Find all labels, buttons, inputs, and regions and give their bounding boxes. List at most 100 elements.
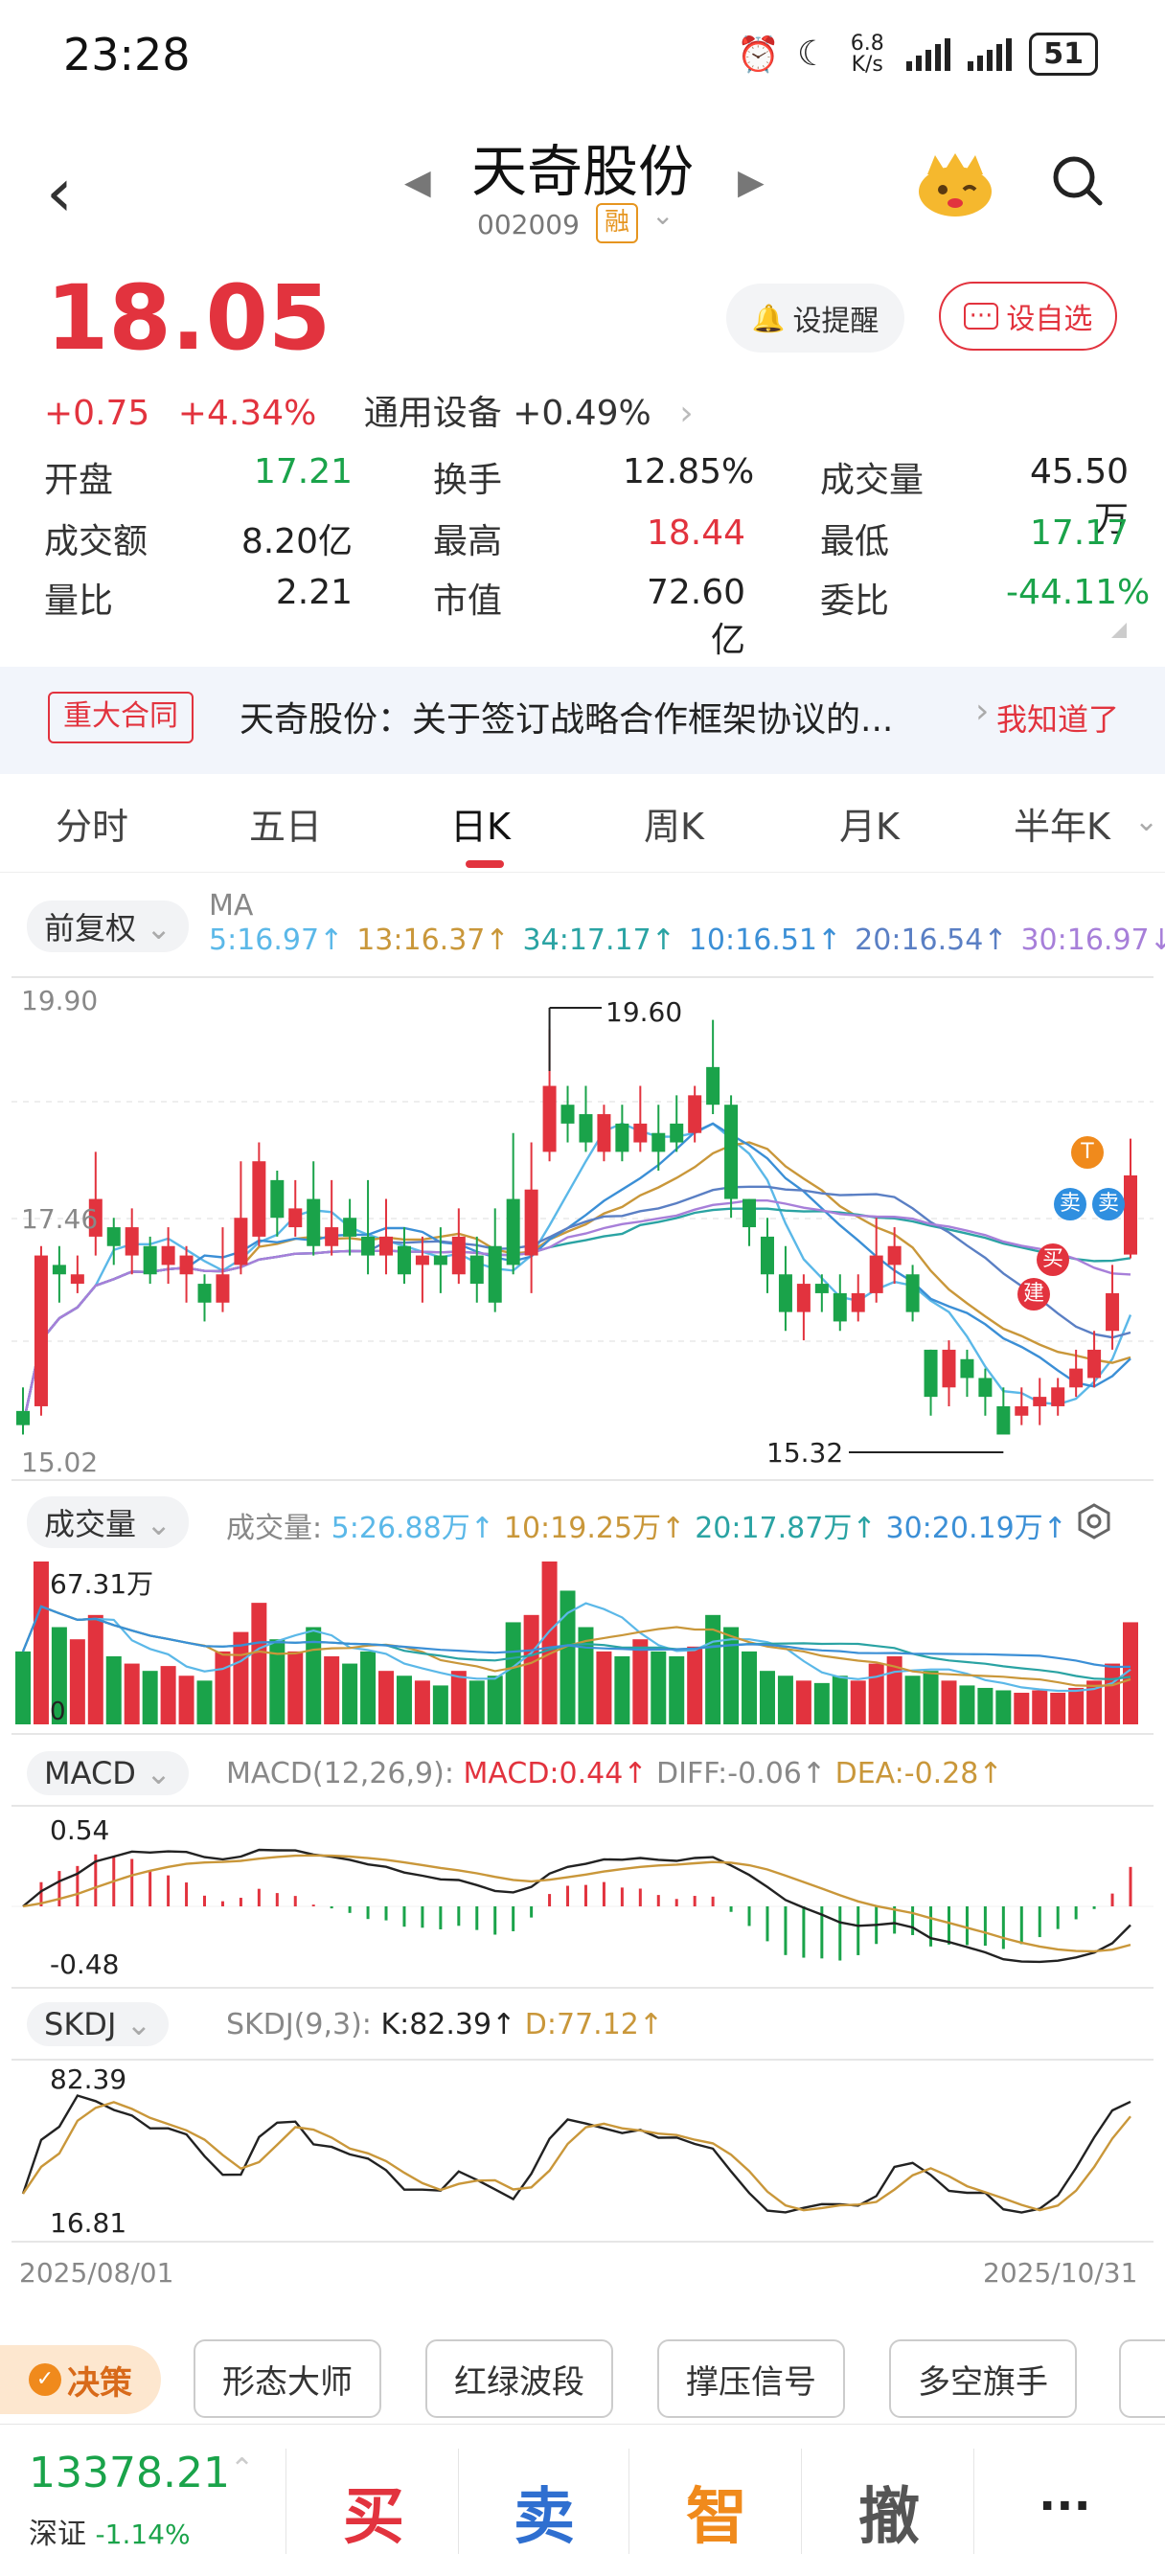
volume-bar <box>995 1690 1012 1724</box>
volume-bar <box>742 1651 758 1724</box>
skdj-selector[interactable]: SKDJ ⌄ <box>27 2002 170 2046</box>
volume-bar <box>959 1685 975 1724</box>
y-low-label: 15.02 <box>21 1447 99 1478</box>
bell-icon: 🔔 <box>751 302 786 334</box>
buy-button[interactable]: 买 <box>343 2468 404 2556</box>
volume-bar <box>287 1651 304 1724</box>
kline-chart[interactable] <box>0 968 1165 2290</box>
ma-items: 5:16.97↑ 13:16.37↑ 34:17.17↑ 10:16.51↑ 20:16… <box>209 923 1165 957</box>
buy-marker[interactable]: 买 <box>1037 1243 1069 1276</box>
volume-bar <box>105 1655 122 1724</box>
search-icon[interactable] <box>1050 153 1104 207</box>
chevron-right-icon[interactable]: › <box>679 394 693 433</box>
candle-body <box>778 1274 792 1312</box>
volume-bar <box>342 1663 358 1724</box>
chevron-down-icon[interactable]: ⌄ <box>1134 805 1158 838</box>
stat-value: 2.21 <box>275 573 353 612</box>
chevron-up-icon[interactable]: ⌃ <box>230 2452 254 2486</box>
volume-bar <box>1014 1693 1030 1724</box>
mascot-icon[interactable] <box>914 149 996 218</box>
support-resistance-button[interactable]: 撑压信号 <box>657 2339 845 2418</box>
more-icon[interactable]: ··· <box>1039 2479 1091 2533</box>
index-name-row: 深证 -1.14% <box>29 2510 191 2552</box>
tab-intraday[interactable]: 分时 <box>56 797 128 850</box>
set-alert-button[interactable]: 🔔 设提醒 <box>726 284 904 353</box>
tab-halfyear-k[interactable]: 半年K <box>1014 797 1110 850</box>
adjust-selector[interactable]: 前复权 ⌄ <box>27 900 189 952</box>
add-watchlist-button[interactable]: ··· 设自选 <box>939 282 1117 351</box>
sector-link[interactable]: 通用设备 +0.49% <box>364 394 651 433</box>
pattern-master-button[interactable]: 形态大师 <box>194 2339 381 2418</box>
sell-button[interactable]: 卖 <box>514 2468 575 2556</box>
decision-button[interactable]: ✓ 决策 <box>0 2345 161 2414</box>
ma-line <box>21 1141 1131 1425</box>
volume-selector[interactable]: 成交量 ⌄ <box>27 1496 189 1548</box>
bull-bear-flag-button[interactable]: 多空旗手 <box>889 2339 1077 2418</box>
chevron-down-icon: ⌄ <box>146 910 171 946</box>
skdj-title: SKDJ <box>44 2006 117 2042</box>
index-value[interactable]: 13378.21 <box>29 2449 230 2497</box>
tab-daily-k[interactable]: 日K <box>450 797 511 850</box>
volume-bar <box>215 1651 231 1724</box>
sell-marker[interactable]: 卖 <box>1054 1188 1086 1220</box>
next-stock-icon[interactable]: ▶ <box>738 163 765 202</box>
notice-text[interactable]: 天奇股份：关于签订战略合作框架协议的... <box>240 692 893 741</box>
volume-bar <box>795 1680 811 1724</box>
t-marker[interactable]: T <box>1071 1136 1104 1169</box>
expand-corner-icon[interactable] <box>1111 623 1127 638</box>
volume-bar <box>196 1680 213 1724</box>
up-arrow-icon: ↑ <box>623 1757 648 1790</box>
tab-weekly-k[interactable]: 周K <box>644 797 704 850</box>
candle-body <box>978 1378 993 1398</box>
candle-body <box>597 1114 611 1152</box>
tab-five-day[interactable]: 五日 <box>249 797 322 850</box>
candle-body <box>1124 1174 1137 1255</box>
smart-button[interactable]: 智 <box>686 2468 747 2556</box>
red-green-band-button[interactable]: 红绿波段 <box>425 2339 613 2418</box>
candle-body <box>488 1245 502 1303</box>
y-high-label: 19.90 <box>21 985 99 1016</box>
volume-legend: 成交量: 5:26.88万↑ 10:19.25万↑ 20:17.87万↑ 30:20.… <box>226 1504 1077 1546</box>
candle-body <box>415 1255 429 1265</box>
macd-dea-line <box>22 1854 1131 1953</box>
macd-selector[interactable]: MACD ⌄ <box>27 1751 189 1795</box>
skdj-k: K:82.39 <box>380 2008 492 2041</box>
more-strategy-button[interactable] <box>1119 2339 1165 2418</box>
index-name: 深证 <box>29 2518 86 2551</box>
chevron-down-icon[interactable]: ⌄ <box>651 199 674 231</box>
notice-tag: 重大合同 <box>48 692 194 743</box>
volume-bar <box>269 1639 286 1724</box>
cancel-order-button[interactable]: 撤 <box>858 2468 920 2556</box>
candle-body <box>469 1255 484 1285</box>
volume-bar <box>977 1687 994 1724</box>
back-icon[interactable]: ‹ <box>46 153 73 232</box>
volume-bar <box>124 1663 140 1724</box>
prev-stock-icon[interactable]: ◀ <box>404 163 431 202</box>
build-marker[interactable]: 建 <box>1017 1278 1050 1311</box>
skdj-low-label: 16.81 <box>50 2207 127 2239</box>
skdj-k-line <box>21 2094 1131 2214</box>
candle-body <box>397 1245 411 1275</box>
notice-ack-button[interactable]: 我知道了 <box>996 695 1119 740</box>
signal-2-icon <box>968 37 1013 71</box>
status-time: 23:28 <box>63 29 191 80</box>
candle-body <box>942 1349 956 1388</box>
candle-body <box>433 1255 447 1265</box>
skdj-params: SKDJ(9,3): <box>226 2008 372 2041</box>
volume-bar <box>432 1685 448 1724</box>
ma-value: 10:16.51↑ <box>688 923 842 957</box>
volume-bar <box>468 1680 485 1724</box>
candle-body <box>796 1284 811 1312</box>
macd-params: MACD(12,26,9): <box>226 1757 454 1790</box>
settings-hex-icon[interactable] <box>1075 1502 1113 1540</box>
volume-bar <box>596 1651 612 1724</box>
candle-body <box>197 1284 212 1303</box>
volume-bar <box>360 1651 377 1724</box>
stat-label: 成交量 <box>820 461 925 500</box>
up-arrow-icon: ↑ <box>978 1757 1003 1790</box>
tab-monthly-k[interactable]: 月K <box>839 797 900 850</box>
candle-body <box>724 1105 739 1199</box>
skdj-high-label: 82.39 <box>50 2063 127 2095</box>
candle-body <box>851 1292 865 1312</box>
sell-marker-2[interactable]: 卖 <box>1092 1188 1125 1220</box>
